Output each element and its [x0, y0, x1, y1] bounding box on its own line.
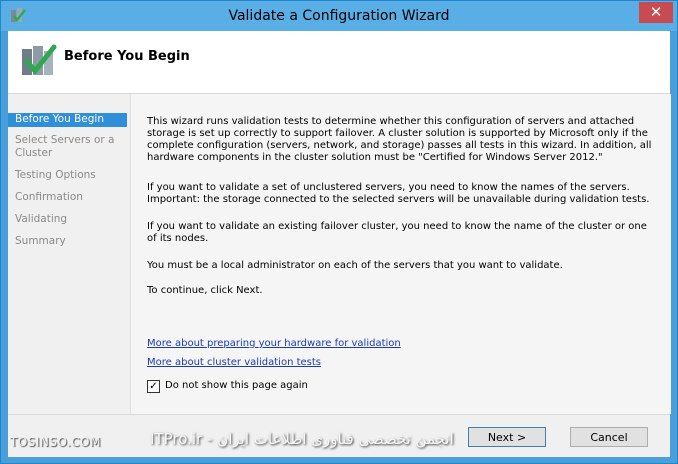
- intro-paragraph: This wizard runs validation tests to det…: [147, 116, 652, 163]
- watermark-tosinso: TOSINSO.COM: [10, 435, 101, 449]
- watermark-itpro: انجمن تخصصی فناوری اطلاعات ایران - ITPro…: [150, 430, 454, 448]
- wizard-window: Validate a Configuration Wizard ✕ Before…: [0, 0, 678, 464]
- sidebar-item-confirmation[interactable]: Confirmation: [8, 191, 127, 204]
- close-icon: ✕: [649, 3, 663, 21]
- checkmark-icon: ✓: [149, 381, 158, 392]
- cluster-validation-icon: [22, 44, 57, 76]
- sidebar-item-validating[interactable]: Validating: [8, 213, 127, 226]
- dont-show-again-checkbox[interactable]: ✓: [147, 380, 160, 393]
- continue-paragraph: To continue, click Next.: [147, 285, 263, 296]
- wizard-steps-sidebar: Before You Begin Select Servers or a Clu…: [8, 94, 130, 414]
- window-title: Validate a Configuration Wizard: [228, 8, 450, 24]
- sidebar-item-before-you-begin[interactable]: Before You Begin: [8, 113, 127, 127]
- wizard-content: This wizard runs validation tests to det…: [130, 94, 671, 414]
- existing-cluster-paragraph: If you want to validate an existing fail…: [147, 221, 647, 244]
- dont-show-again-label[interactable]: Do not show this page again: [165, 380, 308, 391]
- hardware-validation-link[interactable]: More about preparing your hardware for v…: [147, 338, 401, 349]
- admin-paragraph: You must be a local administrator on eac…: [147, 260, 563, 271]
- title-bar[interactable]: Validate a Configuration Wizard ✕: [1, 1, 677, 31]
- cancel-button[interactable]: Cancel: [570, 427, 648, 447]
- unclustered-paragraph: If you want to validate a set of unclust…: [147, 182, 650, 205]
- sidebar-item-select-servers[interactable]: Select Servers or a Cluster: [8, 134, 127, 160]
- wizard-header: Before You Begin: [8, 31, 670, 94]
- sidebar-item-summary[interactable]: Summary: [8, 235, 127, 248]
- wizard-client-area: Before You Begin Before You Begin Select…: [8, 31, 671, 457]
- cluster-tests-link[interactable]: More about cluster validation tests: [147, 357, 321, 368]
- next-button[interactable]: Next >: [468, 427, 546, 447]
- close-button[interactable]: ✕: [639, 2, 673, 23]
- page-title: Before You Begin: [64, 49, 190, 64]
- sidebar-item-testing-options[interactable]: Testing Options: [8, 169, 127, 182]
